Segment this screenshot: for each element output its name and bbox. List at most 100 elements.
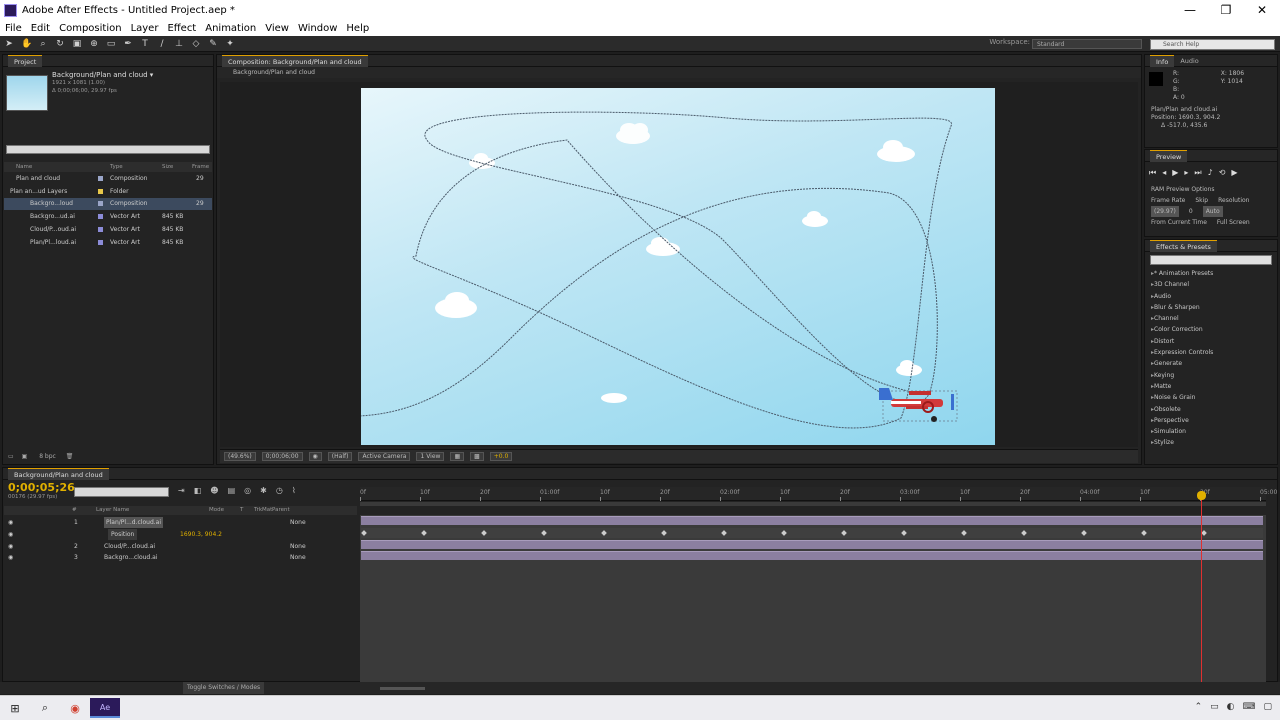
col-parent[interactable]: Parent	[272, 506, 290, 515]
transparency-icon[interactable]: ▩	[470, 452, 484, 461]
effects-category-item[interactable]: Simulation	[1145, 426, 1277, 437]
keyframe-marker[interactable]	[1021, 530, 1027, 536]
parent-select[interactable]: None	[290, 541, 306, 552]
tray-overflow-icon[interactable]: ⌃	[1195, 702, 1203, 712]
layer-bar-plane[interactable]	[361, 516, 1263, 525]
effects-category-item[interactable]: Color Correction	[1145, 324, 1277, 335]
after-effects-taskbar-icon[interactable]: Ae	[90, 698, 120, 718]
ram-preview-icon[interactable]: ▶	[1231, 168, 1237, 178]
hand-tool-icon[interactable]: ✋	[21, 39, 32, 49]
comp-canvas[interactable]	[290, 88, 995, 445]
tray-keyboard-icon[interactable]: ⌨	[1242, 702, 1255, 712]
trash-icon[interactable]: 🗑	[66, 453, 74, 460]
workspace-select[interactable]: Standard	[1032, 39, 1142, 49]
rectangle-tool-icon[interactable]: ▭	[106, 39, 116, 49]
eraser-tool-icon[interactable]: ◇	[191, 39, 201, 49]
visibility-eye-icon[interactable]: ◉	[8, 552, 13, 563]
frame-blending-icon[interactable]: ▤	[228, 486, 236, 495]
pan-behind-tool-icon[interactable]: ⊕	[89, 39, 99, 49]
effects-category-item[interactable]: Blur & Sharpen	[1145, 302, 1277, 313]
resolution-select[interactable]: Auto	[1202, 206, 1223, 217]
parent-select[interactable]: None	[290, 517, 306, 528]
skip-input[interactable]: 0	[1189, 206, 1193, 217]
menu-animation[interactable]: Animation	[205, 23, 256, 34]
close-button[interactable]: ✕	[1244, 0, 1280, 20]
effects-category-item[interactable]: Expression Controls	[1145, 347, 1277, 358]
work-area-bar[interactable]	[360, 502, 1266, 506]
snapshot-icon[interactable]: ◉	[308, 452, 322, 461]
tab-preview[interactable]: Preview	[1150, 149, 1188, 162]
audio-icon[interactable]: ♪	[1208, 168, 1213, 178]
menu-composition[interactable]: Composition	[59, 23, 121, 34]
menu-window[interactable]: Window	[298, 23, 337, 34]
toggle-switches-modes[interactable]: Toggle Switches / Modes	[183, 682, 265, 694]
exposure-value[interactable]: +0.0	[489, 452, 513, 461]
selection-tool-icon[interactable]: ➤	[4, 39, 14, 49]
resolution-select[interactable]: (Half)	[327, 452, 353, 461]
project-item[interactable]: Cloud/P...oud.ai Vector Art 845 KB	[4, 224, 212, 236]
effects-category-item[interactable]: Matte	[1145, 381, 1277, 392]
tab-timeline[interactable]: Background/Plan and cloud	[8, 467, 109, 480]
project-item[interactable]: Backgro...loud Composition 29	[4, 198, 212, 211]
effects-search-input[interactable]	[1150, 255, 1272, 265]
keyframe-marker[interactable]	[961, 530, 967, 536]
col-layer-name[interactable]: Layer Name	[96, 506, 129, 515]
prev-frame-icon[interactable]: ◂	[1162, 168, 1166, 178]
layer-row[interactable]: ◉ 3 Backgro...cloud.ai None	[4, 552, 357, 563]
menu-layer[interactable]: Layer	[131, 23, 159, 34]
camera-tool-icon[interactable]: ▣	[72, 39, 82, 49]
frame-rate-select[interactable]: (29.97)	[1151, 206, 1179, 217]
last-frame-icon[interactable]: ⏭	[1194, 168, 1201, 178]
search-help-input[interactable]: Search Help	[1150, 39, 1275, 50]
notification-icon[interactable]: ▢	[1263, 702, 1272, 712]
effects-category-item[interactable]: Stylize	[1145, 437, 1277, 448]
tab-effects-presets[interactable]: Effects & Presets	[1150, 239, 1217, 252]
keyframe-marker[interactable]	[601, 530, 607, 536]
chrome-icon[interactable]: ◉	[60, 702, 90, 715]
playhead[interactable]	[1196, 491, 1206, 682]
keyframe-marker[interactable]	[1141, 530, 1147, 536]
keyframe-marker[interactable]	[541, 530, 547, 536]
keyframe-marker[interactable]	[721, 530, 727, 536]
keyframe-marker[interactable]	[1081, 530, 1087, 536]
effects-category-item[interactable]: Distort	[1145, 336, 1277, 347]
motion-blur-icon[interactable]: ◎	[244, 486, 251, 495]
layer-bar-background[interactable]	[361, 551, 1263, 560]
tray-battery-icon[interactable]: ▭	[1210, 702, 1219, 712]
keyframe-marker[interactable]	[481, 530, 487, 536]
col-name[interactable]: Name	[16, 162, 32, 172]
time-ruler[interactable]: 0f 10f 20f 01:00f 10f 20f 02:00f 10f 20f 03:00f 10…	[360, 487, 1277, 501]
from-current-time-checkbox[interactable]: From Current Time	[1151, 217, 1207, 228]
full-screen-checkbox[interactable]: Full Screen	[1217, 217, 1250, 228]
puppet-tool-icon[interactable]: ✦	[225, 39, 235, 49]
menu-effect[interactable]: Effect	[167, 23, 196, 34]
keyframe-marker[interactable]	[661, 530, 667, 536]
property-row[interactable]: ◉ Position 1690.3, 904.2	[4, 529, 357, 540]
tab-composition[interactable]: Composition: Background/Plan and cloud	[222, 54, 368, 67]
draft-3d-icon[interactable]: ◧	[194, 486, 202, 495]
clone-stamp-tool-icon[interactable]: ⊥	[174, 39, 184, 49]
project-search-input[interactable]	[6, 145, 210, 154]
layer-name[interactable]: Plan/Pl...d.cloud.ai	[104, 517, 164, 528]
project-item[interactable]: Plan and cloud Composition 29	[4, 173, 212, 185]
auto-keyframe-icon[interactable]: ◷	[276, 486, 283, 495]
view-layout-select[interactable]: 1 View	[416, 452, 445, 461]
keyframe-marker[interactable]	[901, 530, 907, 536]
brush-tool-icon[interactable]: ∕	[157, 39, 167, 49]
timeline-timecode[interactable]: 0;00;05;26	[8, 481, 75, 494]
minimize-button[interactable]: —	[1172, 0, 1208, 20]
airplane[interactable]	[879, 388, 958, 422]
zoom-tool-icon[interactable]: ⌕	[38, 39, 48, 49]
layer-name[interactable]: Cloud/P...cloud.ai	[104, 541, 155, 552]
shy-icon[interactable]: ☻	[210, 486, 218, 495]
keyframe-marker[interactable]	[361, 530, 367, 536]
new-comp-icon[interactable]: ▣	[22, 453, 28, 460]
layer-bar-cloud[interactable]	[361, 540, 1263, 549]
effects-category-item[interactable]: Keying	[1145, 370, 1277, 381]
layer-row[interactable]: ◉ 2 Cloud/P...cloud.ai None	[4, 541, 357, 552]
menu-edit[interactable]: Edit	[31, 23, 50, 34]
effects-category-item[interactable]: 3D Channel	[1145, 279, 1277, 290]
graph-editor-icon[interactable]: ⌇	[292, 486, 296, 495]
timeline-search-input[interactable]	[74, 487, 169, 497]
col-type[interactable]: Type	[110, 162, 123, 172]
